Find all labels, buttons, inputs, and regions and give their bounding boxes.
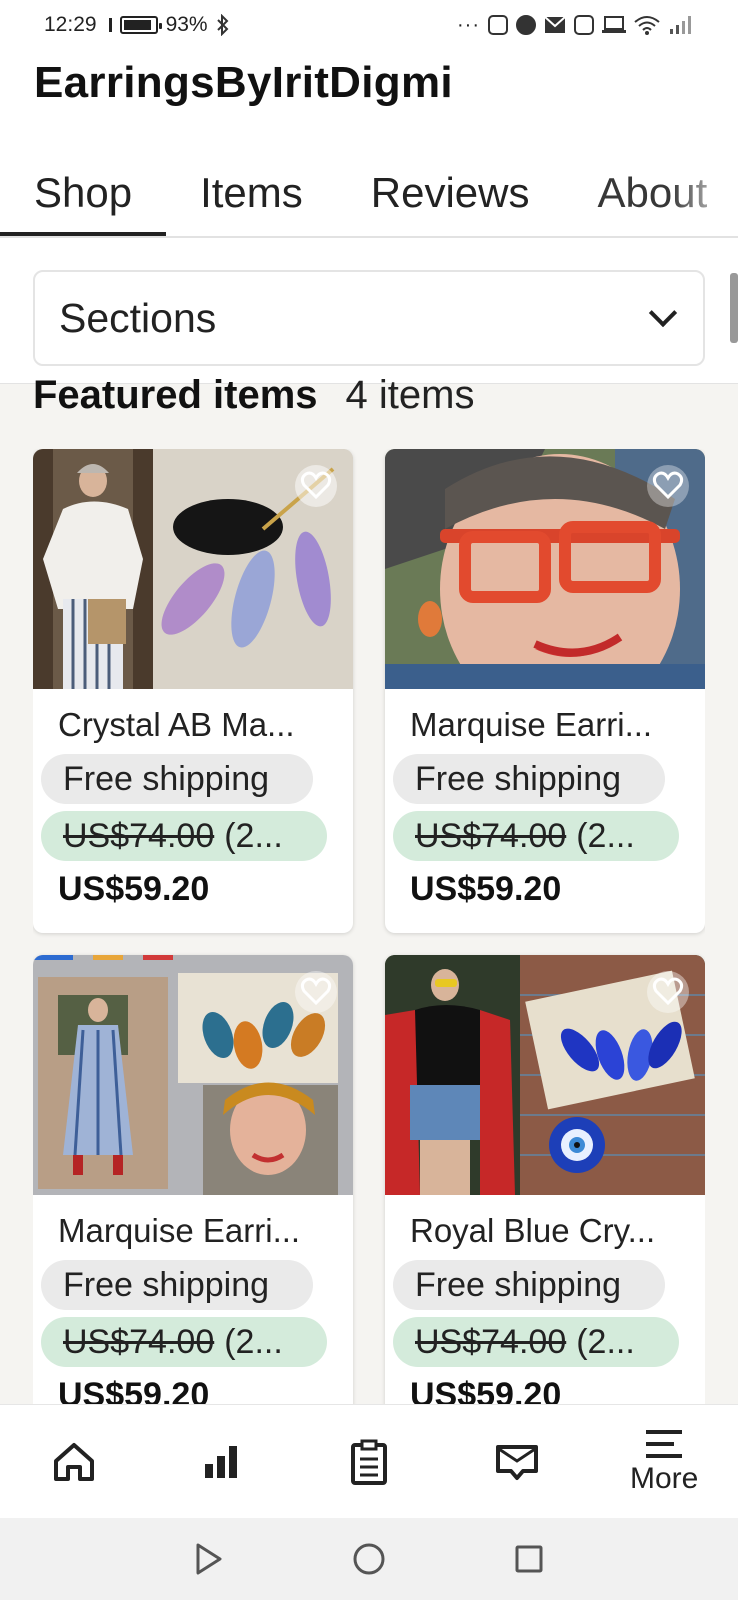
nav-more-label: More (629, 1461, 699, 1495)
status-time: 12:29 (44, 13, 97, 36)
messages-icon (495, 1444, 538, 1480)
original-price: US$74.00 (63, 1322, 215, 1361)
original-price-badge: US$74.00 (2... (41, 1317, 327, 1367)
nav-more[interactable]: More (590, 1405, 738, 1518)
wifi-icon (634, 16, 660, 35)
battery-icon (119, 16, 162, 34)
sections-bar: Sections (0, 238, 738, 384)
favorite-heart-icon[interactable] (295, 971, 337, 1013)
original-price: US$74.00 (63, 816, 215, 855)
listing-title: Marquise Earri... (58, 1212, 301, 1249)
bottom-navigation: More (0, 1404, 738, 1518)
battery-percent: 93% (165, 13, 208, 36)
instagram-icon (574, 15, 594, 35)
laptop-icon (602, 16, 626, 33)
tab-items[interactable]: Items (166, 156, 337, 236)
facebook-icon (516, 15, 536, 35)
free-shipping-badge: Free shipping (41, 754, 313, 804)
free-shipping-badge: Free shipping (393, 754, 665, 804)
listing-grid: Crystal AB Ma... Free shipping US$74.00(… (33, 449, 705, 1404)
back-icon[interactable] (194, 1542, 224, 1576)
system-navigation (0, 1518, 738, 1600)
home-circle-icon[interactable] (352, 1542, 386, 1576)
listing-card[interactable]: Marquise Earri... Free shipping US$74.00… (33, 955, 353, 1404)
original-price: US$74.00 (415, 1322, 567, 1361)
original-price-badge: US$74.00 (2... (393, 811, 679, 861)
sale-price: US$59.20 (410, 1376, 562, 1404)
instagram-icon (488, 15, 508, 35)
shop-header: EarringsByIritDigmi Shop Items Reviews A… (0, 50, 738, 238)
home-icon (53, 1442, 94, 1481)
listing-title: Marquise Earri... (410, 706, 653, 743)
sections-label: Sections (59, 294, 217, 341)
scrollbar[interactable] (730, 273, 738, 343)
favorite-heart-icon[interactable] (295, 465, 337, 507)
recents-icon[interactable] (514, 1544, 544, 1574)
shop-tabs: Shop Items Reviews About (0, 156, 738, 236)
original-price-badge: US$74.00 (2... (393, 1317, 679, 1367)
free-shipping-badge: Free shipping (393, 1260, 665, 1310)
chevron-down-icon (648, 298, 678, 328)
discount-text: (2... (224, 1322, 283, 1361)
original-price: US$74.00 (415, 816, 567, 855)
sale-price: US$59.20 (410, 870, 562, 908)
shop-name: EarringsByIritDigmi (34, 58, 453, 107)
orders-icon (350, 1439, 387, 1485)
bluetooth-icon (216, 14, 229, 36)
listing-title: Royal Blue Cry... (410, 1212, 656, 1249)
listing-title: Crystal AB Ma... (58, 706, 295, 743)
discount-text: (2... (224, 816, 283, 855)
listing-card[interactable]: Crystal AB Ma... Free shipping US$74.00(… (33, 449, 353, 933)
sale-price: US$59.20 (58, 1376, 210, 1404)
featured-title: Featured items (33, 373, 318, 410)
tab-shop[interactable]: Shop (0, 156, 167, 236)
nav-home[interactable] (0, 1405, 148, 1518)
featured-count: 4 items (345, 373, 475, 410)
sections-dropdown[interactable]: Sections (33, 270, 705, 366)
favorite-heart-icon[interactable] (647, 465, 689, 507)
nav-messages[interactable] (443, 1405, 591, 1518)
discount-text: (2... (576, 1322, 635, 1361)
stats-icon (205, 1445, 238, 1478)
gmail-icon (544, 16, 566, 33)
discount-text: (2... (576, 816, 635, 855)
favorite-heart-icon[interactable] (647, 971, 689, 1013)
tab-about[interactable]: About (564, 156, 738, 236)
nav-orders[interactable] (295, 1405, 443, 1518)
listing-card[interactable]: Marquise Earri... Free shipping US$74.00… (385, 449, 705, 933)
tab-reviews[interactable]: Reviews (337, 156, 564, 236)
original-price-badge: US$74.00 (2... (41, 811, 327, 861)
more-dots-icon: ··· (457, 13, 480, 36)
nav-stats[interactable] (148, 1405, 296, 1518)
free-shipping-badge: Free shipping (41, 1260, 313, 1310)
signal-icon (670, 16, 691, 34)
sale-price: US$59.20 (58, 870, 210, 908)
listing-card[interactable]: Royal Blue Cry... Free shipping US$74.00… (385, 955, 705, 1404)
status-bar: 12:29 93% ··· (0, 0, 738, 50)
featured-heading: Featured items 4 items (33, 370, 474, 410)
menu-icon (646, 1429, 683, 1458)
